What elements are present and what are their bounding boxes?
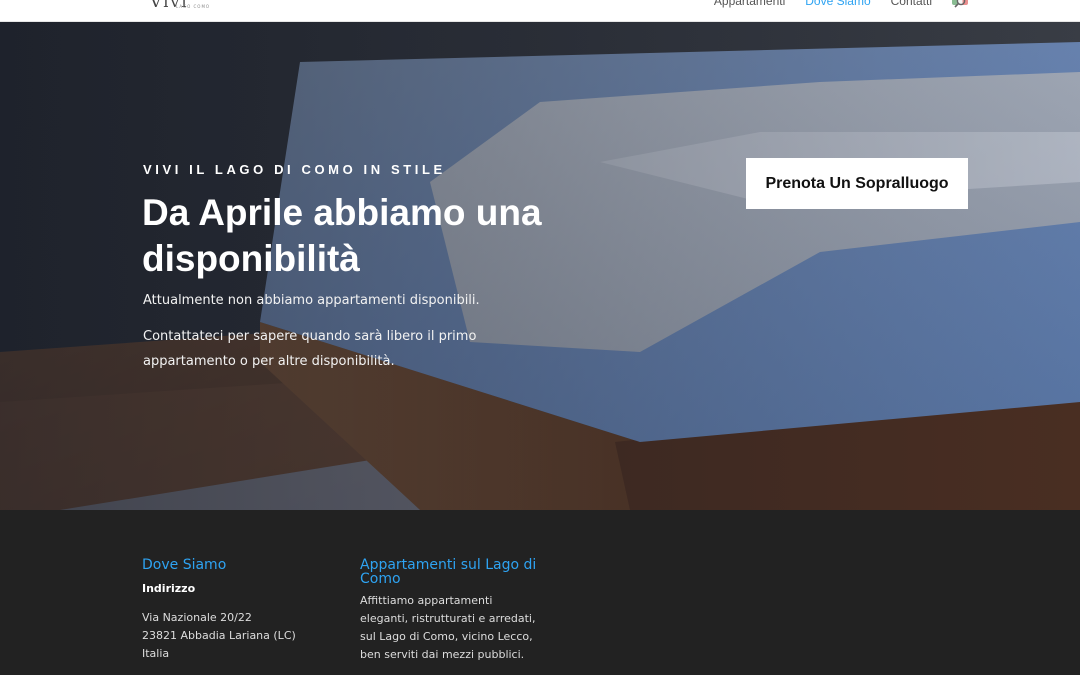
hero-section: VIVI IL LAGO DI COMO IN STILE Da Aprile … (0, 22, 1080, 510)
footer-location-title: Dove Siamo (142, 557, 227, 573)
site-header: Vivi LAGO COMO Appartamenti Dove Siamo C… (0, 0, 1080, 22)
nav-item-dove-siamo[interactable]: Dove Siamo (805, 0, 870, 8)
footer-apartments-title: Appartamenti sul Lago di Como (360, 557, 537, 587)
hero-text-unavailable: Attualmente non abbiamo appartamenti dis… (143, 293, 480, 308)
logo[interactable]: Vivi LAGO COMO (150, 0, 220, 12)
address-street: Via Nazionale 20/22 (142, 611, 252, 624)
footer-address: Via Nazionale 20/22 23821 Abbadia Larian… (142, 609, 332, 663)
address-country: Italia (142, 647, 170, 660)
hero-text-contact: Contattateci per sapere quando sarà libe… (143, 329, 477, 369)
main-nav: Appartamenti Dove Siamo Contatti (714, 0, 968, 8)
logo-subtitle: LAGO COMO (176, 4, 211, 9)
nav-item-contatti[interactable]: Contatti (891, 0, 932, 8)
hero-title: Da Aprile abbiamo una disponibilità (142, 192, 542, 279)
book-visit-button[interactable]: Prenota Un Sopralluogo (746, 158, 968, 209)
hero-eyebrow: VIVI IL LAGO DI COMO IN STILE (143, 162, 446, 177)
address-city: 23821 Abbadia Lariana (LC) (142, 629, 296, 642)
footer-apartments-column: Appartamenti sul Lago di Como Affittiamo… (360, 558, 540, 664)
search-icon[interactable] (954, 0, 966, 8)
footer-apartments-text: Affittiamo appartamenti eleganti, ristru… (360, 594, 536, 661)
footer-location-column: Dove Siamo Indirizzo Via Nazionale 20/22… (142, 558, 332, 663)
footer-address-label: Indirizzo (142, 582, 196, 595)
footer: Dove Siamo Indirizzo Via Nazionale 20/22… (0, 510, 1080, 675)
nav-item-appartamenti[interactable]: Appartamenti (714, 0, 785, 8)
